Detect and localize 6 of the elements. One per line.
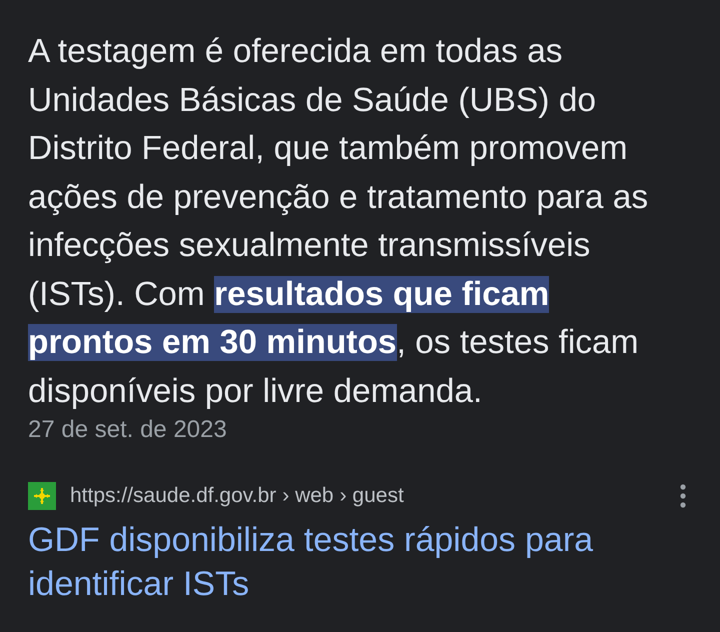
flag-icon: [28, 482, 56, 510]
result-title-link[interactable]: GDF disponibiliza testes rápidos para identificar ISTs: [28, 518, 688, 606]
snippet-date: 27 de set. de 2023: [28, 416, 228, 444]
snippet-text: A testagem é oferecida em todas as Unidades Básicas de Saúde (UBS) do Distrito Federal, que também promovem ações de prevenção e tratamento para as infecções sexualmente transmissíveis (ISTs). Com resultados que ficam prontos em 30 minutos, os testes ficam disponíveis por livre demanda.: [28, 32, 650, 412]
more-icon[interactable]: [680, 484, 686, 508]
result-url[interactable]: https://saude.df.gov.br › web › guest: [70, 484, 666, 508]
